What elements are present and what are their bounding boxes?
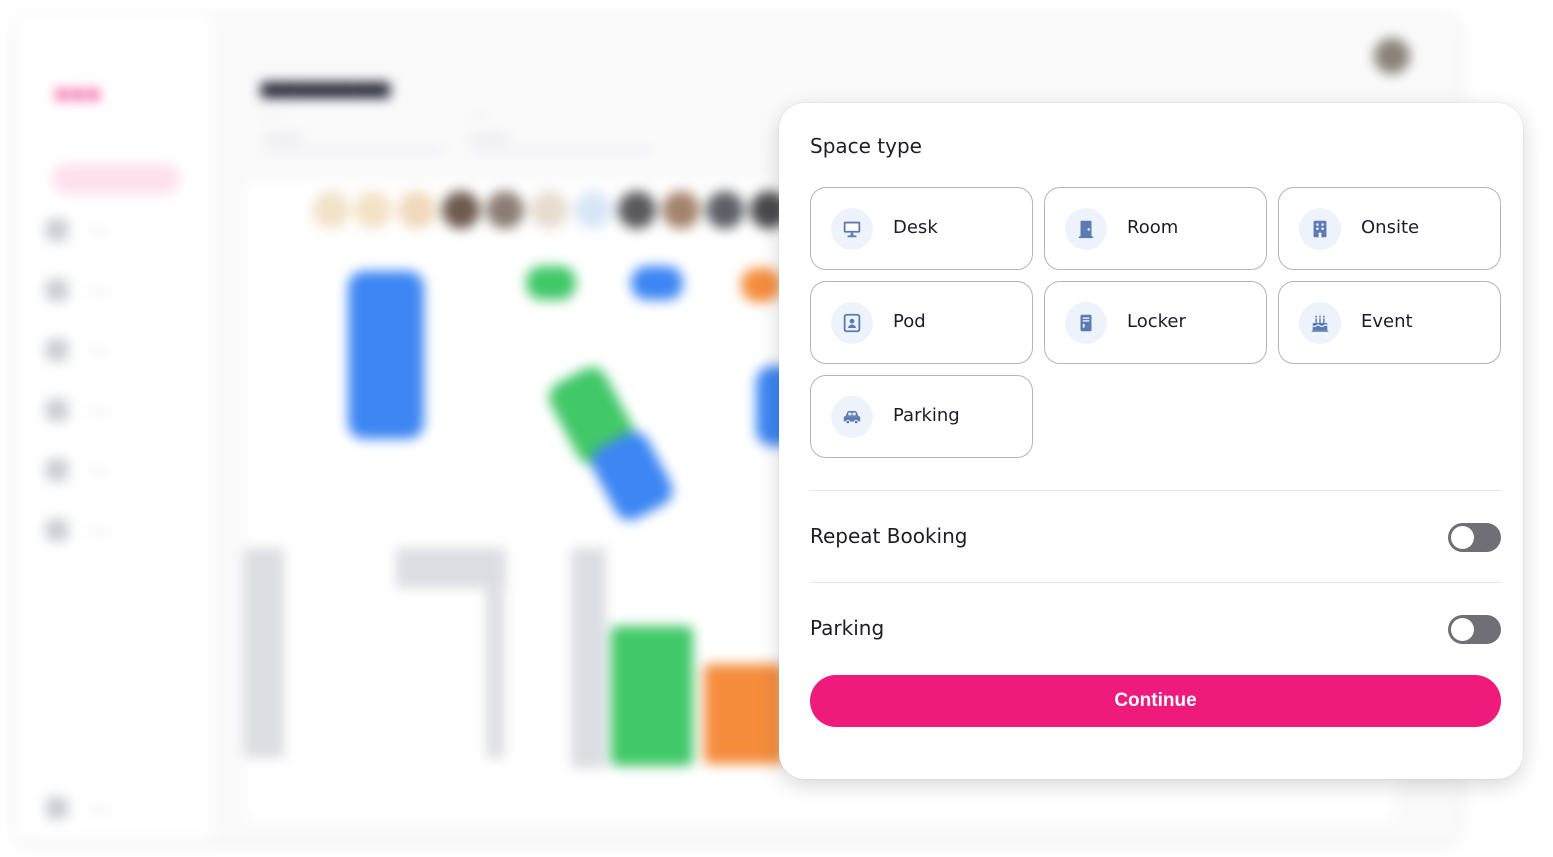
space-type-label: Desk xyxy=(893,217,938,238)
space-type-label: Room xyxy=(1127,217,1179,238)
background-desk-cluster xyxy=(704,664,784,764)
background-nav-item: —— xyxy=(46,518,112,542)
toggle-knob xyxy=(1451,526,1474,549)
background-nav-item: —— xyxy=(46,218,112,242)
background-avatar xyxy=(442,191,480,229)
background-avatar xyxy=(574,191,612,229)
background-nav-item: —— xyxy=(46,338,112,362)
background-nav-item: —— xyxy=(46,278,112,302)
background-wall xyxy=(244,548,284,758)
repeat-booking-label: Repeat Booking xyxy=(810,524,968,548)
door-icon xyxy=(1065,208,1107,250)
cake-icon xyxy=(1299,302,1341,344)
space-type-label: Pod xyxy=(893,311,926,332)
background-desk-cluster xyxy=(631,266,683,300)
space-type-onsite[interactable]: Onsite xyxy=(1278,187,1501,270)
divider xyxy=(810,490,1501,491)
background-desk-cluster xyxy=(611,626,693,766)
parking-toggle[interactable] xyxy=(1448,615,1501,644)
background-desk-cluster xyxy=(741,268,781,302)
background-avatar xyxy=(398,191,436,229)
space-type-pod[interactable]: Pod xyxy=(810,281,1033,364)
background-avatar xyxy=(312,191,350,229)
divider xyxy=(810,582,1501,583)
background-avatar xyxy=(706,191,744,229)
space-type-title: Space type xyxy=(810,134,922,158)
continue-button[interactable]: Continue xyxy=(810,675,1501,727)
booking-modal: Space type Desk Room Onsite Pod Locker E… xyxy=(779,103,1523,779)
pod-icon xyxy=(831,302,873,344)
space-type-room[interactable]: Room xyxy=(1044,187,1267,270)
background-wall xyxy=(486,548,504,758)
space-type-label: Event xyxy=(1361,311,1413,332)
space-type-desk[interactable]: Desk xyxy=(810,187,1033,270)
repeat-booking-toggle[interactable] xyxy=(1448,523,1501,552)
background-sidebar: ●●● —— —— —— —— —— —— —— xyxy=(16,16,211,840)
space-type-label: Locker xyxy=(1127,311,1186,332)
background-desk-cluster xyxy=(348,271,424,439)
space-type-parking[interactable]: Parking xyxy=(810,375,1033,458)
background-nav-item: —— xyxy=(46,398,112,422)
parking-label: Parking xyxy=(810,616,885,640)
building-icon xyxy=(1299,208,1341,250)
monitor-icon xyxy=(831,208,873,250)
background-nav-item: —— xyxy=(46,796,112,820)
background-filter: ── ──── xyxy=(264,111,444,151)
background-user-avatar xyxy=(1374,38,1410,74)
space-type-label: Onsite xyxy=(1361,217,1420,238)
background-logo: ●●● xyxy=(54,78,102,108)
background-filter: ── ──── xyxy=(471,111,651,151)
space-type-locker[interactable]: Locker xyxy=(1044,281,1267,364)
locker-icon xyxy=(1065,302,1107,344)
background-desk-cluster xyxy=(526,266,576,300)
space-type-event[interactable]: Event xyxy=(1278,281,1501,364)
background-page-title: ▄▄▄▄▄▄▄ xyxy=(261,66,390,96)
background-avatar xyxy=(662,191,700,229)
toggle-knob xyxy=(1451,618,1474,641)
background-wall xyxy=(571,548,606,768)
background-nav-item: —— xyxy=(46,458,112,482)
space-type-label: Parking xyxy=(893,405,960,426)
background-avatar xyxy=(354,191,392,229)
background-book-button xyxy=(52,164,180,194)
background-avatar xyxy=(530,191,568,229)
car-icon xyxy=(831,396,873,438)
background-avatar xyxy=(486,191,524,229)
background-avatar xyxy=(618,191,656,229)
